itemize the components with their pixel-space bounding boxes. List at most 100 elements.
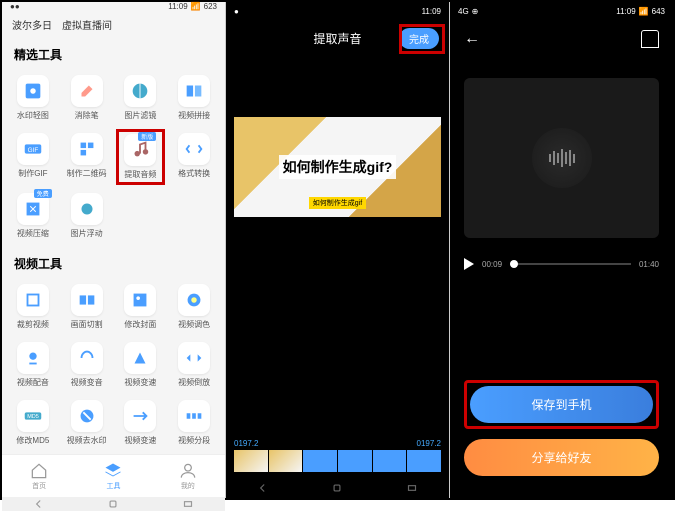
- highlight-save: 保存到手机: [464, 380, 659, 429]
- home-icon: [29, 461, 49, 481]
- back-arrow-icon[interactable]: ←: [464, 30, 480, 48]
- home-icon[interactable]: [641, 30, 659, 48]
- qr-icon: [71, 133, 103, 165]
- tool-label: 视频去水印: [67, 435, 107, 446]
- float-icon: [71, 193, 103, 225]
- tool-vjoin[interactable]: 视频拼接: [169, 71, 219, 125]
- convert-icon: [178, 133, 210, 165]
- tool-label: 图片浮动: [71, 228, 103, 239]
- tool-watermark[interactable]: 水印轻图: [8, 71, 58, 125]
- highlight-done: [399, 24, 445, 54]
- tool-qr[interactable]: 制作二维码: [62, 129, 112, 185]
- system-nav: [226, 478, 449, 498]
- video-tools-grid: 裁剪视频画面切割修改封面视频调色视频配音视频变音视频变速视频倒放MD5修改MD5…: [2, 276, 225, 454]
- nav-recent-icon[interactable]: [181, 497, 195, 511]
- tool-label: 画面切割: [71, 319, 103, 330]
- audio-visualizer: [464, 78, 659, 238]
- tool-seg[interactable]: 视频分段: [169, 396, 219, 450]
- audio-circle-icon: [532, 128, 592, 188]
- timeline-thumbs[interactable]: [234, 450, 441, 472]
- tool-compress[interactable]: 视频压缩免费: [8, 189, 58, 243]
- dewat-icon: [71, 400, 103, 432]
- badge: 新版: [138, 132, 156, 141]
- play-button-icon[interactable]: [464, 258, 474, 270]
- status-bar: ●● 11:09📶623: [2, 2, 225, 11]
- color-icon: [178, 284, 210, 316]
- md5-icon: MD5: [17, 400, 49, 432]
- nav-recent-icon[interactable]: [405, 481, 419, 495]
- save-button[interactable]: 保存到手机: [470, 386, 653, 423]
- section-featured-title: 精选工具: [2, 38, 225, 67]
- featured-grid: 水印轻图 消除笔图片滤镜视频拼接 GIF 制作GIF 制作二维码提取音频新版格式转换视频…: [2, 67, 225, 247]
- nav-home-icon[interactable]: [330, 481, 344, 495]
- nav-tools[interactable]: 工具: [103, 461, 123, 491]
- tools-icon: [103, 461, 123, 481]
- tool-label: 视频变速: [124, 377, 156, 388]
- tool-cover[interactable]: 修改封面: [116, 280, 166, 334]
- tool-speed2[interactable]: 视频变速: [116, 396, 166, 450]
- tool-label: 视频拼接: [178, 110, 210, 121]
- nav-home-icon[interactable]: [106, 497, 120, 511]
- time-end: 0197.2: [417, 439, 441, 448]
- svg-text:MD5: MD5: [27, 414, 39, 420]
- tool-speed[interactable]: 视频变速: [116, 338, 166, 392]
- filter-icon: [124, 75, 156, 107]
- eraser-icon: [71, 75, 103, 107]
- seg-icon: [178, 400, 210, 432]
- section-video-title: 视频工具: [2, 247, 225, 276]
- share-button[interactable]: 分享给好友: [464, 439, 659, 476]
- speed-icon: [124, 342, 156, 374]
- tool-dub[interactable]: 视频配音: [8, 338, 58, 392]
- tool-label: 视频分段: [178, 435, 210, 446]
- voice-icon: [71, 342, 103, 374]
- tool-split[interactable]: 画面切割: [62, 280, 112, 334]
- nav-label: 我的: [181, 481, 195, 491]
- status-bar: ● 11:09: [226, 2, 449, 20]
- phone-2-extract: ● 11:09 提取声音 完成 如何制作生成gif? 如何制作生成gif 019…: [226, 2, 450, 498]
- video-preview[interactable]: 如何制作生成gif? 如何制作生成gif: [234, 117, 441, 217]
- nav-label: 首页: [32, 481, 46, 491]
- tool-eraser[interactable]: 消除笔: [62, 71, 112, 125]
- bottom-nav: 首页 工具我的: [2, 454, 225, 497]
- time-start: 0197.2: [234, 439, 258, 448]
- tool-label: 制作二维码: [67, 168, 107, 179]
- tool-dewat[interactable]: 视频去水印: [62, 396, 112, 450]
- tab-2[interactable]: 虚拟直播间: [62, 17, 112, 32]
- tool-label: 视频配音: [17, 377, 49, 388]
- tool-gif[interactable]: GIF 制作GIF: [8, 129, 58, 185]
- timeline[interactable]: 0197.2 0197.2: [234, 439, 441, 472]
- tool-label: 视频压缩: [17, 228, 49, 239]
- nav-back-icon[interactable]: [32, 497, 46, 511]
- crop-icon: [17, 284, 49, 316]
- tool-md5[interactable]: MD5修改MD5: [8, 396, 58, 450]
- time-total: 01:40: [639, 260, 659, 269]
- nav-back-icon[interactable]: [256, 481, 270, 495]
- me-icon: [178, 461, 198, 481]
- tool-label: 格式转换: [178, 168, 210, 179]
- video-subtitle: 如何制作生成gif: [309, 197, 366, 209]
- tool-label: 视频调色: [178, 319, 210, 330]
- progress-bar[interactable]: [510, 263, 631, 265]
- tool-crop[interactable]: 裁剪视频: [8, 280, 58, 334]
- tool-convert[interactable]: 格式转换: [169, 129, 219, 185]
- tool-reverse[interactable]: 视频倒放: [169, 338, 219, 392]
- split-icon: [71, 284, 103, 316]
- tool-label: 视频倒放: [178, 377, 210, 388]
- tool-music[interactable]: 提取音频新版: [116, 129, 166, 185]
- nav-home[interactable]: 首页: [29, 461, 49, 491]
- status-bar: 4G⊕ 11:09📶643: [450, 2, 673, 20]
- gif-icon: GIF: [17, 133, 49, 165]
- tool-label: 视频变音: [71, 377, 103, 388]
- dub-icon: [17, 342, 49, 374]
- tool-float[interactable]: 图片浮动: [62, 189, 112, 243]
- tool-filter[interactable]: 图片滤镜: [116, 71, 166, 125]
- tool-color[interactable]: 视频调色: [169, 280, 219, 334]
- tool-voice[interactable]: 视频变音: [62, 338, 112, 392]
- tool-label: 水印轻图: [17, 110, 49, 121]
- tab-1[interactable]: 波尔多日: [12, 17, 52, 32]
- vjoin-icon: [178, 75, 210, 107]
- phone-3-result: 4G⊕ 11:09📶643 ← 00:09: [450, 2, 673, 498]
- nav-me[interactable]: 我的: [178, 461, 198, 491]
- cover-icon: [124, 284, 156, 316]
- tool-label: 制作GIF: [18, 168, 47, 179]
